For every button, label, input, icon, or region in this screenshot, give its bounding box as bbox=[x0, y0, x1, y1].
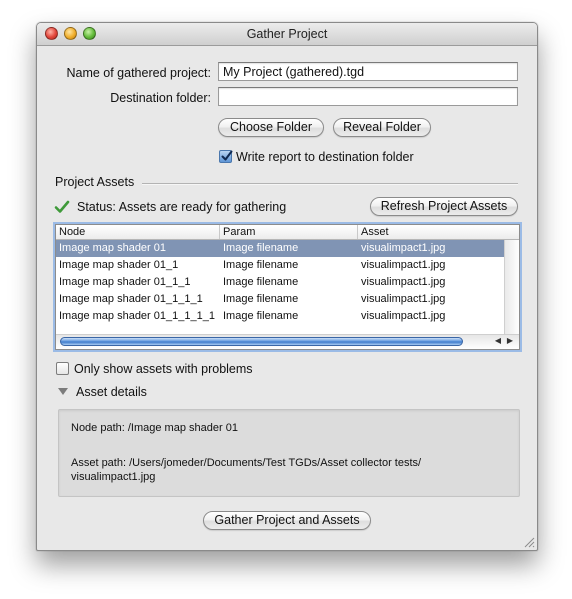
table-row[interactable]: Image map shader 01 Image filename visua… bbox=[56, 240, 506, 257]
horizontal-scroll-thumb[interactable] bbox=[60, 337, 463, 346]
table-header: Node Param Asset bbox=[56, 225, 519, 240]
cell-node: Image map shader 01_1_1_1 bbox=[59, 293, 203, 305]
asset-details-title: Asset details bbox=[76, 385, 147, 399]
assets-table[interactable]: Node Param Asset Image map shader 01 Ima… bbox=[55, 224, 520, 350]
cell-asset: visualimpact1.jpg bbox=[361, 259, 446, 271]
project-assets-title: Project Assets bbox=[55, 175, 135, 189]
cell-node: Image map shader 01 bbox=[59, 242, 167, 254]
window-title: Gather Project bbox=[246, 27, 328, 41]
cell-asset: visualimpact1.jpg bbox=[361, 276, 446, 288]
table-row[interactable]: Image map shader 01_1_1_1_1 Image filena… bbox=[56, 308, 506, 325]
resize-grip-icon[interactable] bbox=[523, 536, 535, 548]
gather-project-window: Gather Project Name of gathered project:… bbox=[36, 22, 538, 551]
disclosure-triangle-icon[interactable] bbox=[58, 388, 68, 396]
write-report-checkbox[interactable] bbox=[219, 150, 233, 163]
scroll-left-arrow-icon[interactable]: ◀ bbox=[495, 336, 501, 345]
cell-node: Image map shader 01_1_1_1_1 bbox=[59, 310, 215, 322]
cell-asset: visualimpact1.jpg bbox=[361, 242, 446, 254]
reveal-folder-button[interactable]: Reveal Folder bbox=[333, 118, 431, 137]
cell-node: Image map shader 01_1 bbox=[59, 259, 179, 271]
horizontal-scrollbar[interactable]: ◀ ▶ bbox=[56, 334, 519, 349]
checkmark-icon bbox=[221, 150, 233, 161]
write-report-label: Write report to destination folder bbox=[236, 150, 414, 164]
destination-folder-label: Destination folder: bbox=[110, 91, 211, 105]
table-row[interactable]: Image map shader 01_1_1 Image filename v… bbox=[56, 274, 506, 291]
column-header-param[interactable]: Param bbox=[220, 225, 358, 239]
cell-param: Image filename bbox=[223, 310, 299, 322]
cell-param: Image filename bbox=[223, 259, 299, 271]
table-row[interactable]: Image map shader 01_1 Image filename vis… bbox=[56, 257, 506, 274]
destination-folder-input[interactable] bbox=[218, 87, 518, 106]
cell-asset: visualimpact1.jpg bbox=[361, 310, 446, 322]
project-name-input[interactable] bbox=[218, 62, 518, 81]
column-header-node[interactable]: Node bbox=[56, 225, 220, 239]
refresh-project-assets-button[interactable]: Refresh Project Assets bbox=[370, 197, 518, 216]
gather-project-and-assets-button[interactable]: Gather Project and Assets bbox=[203, 511, 371, 530]
choose-folder-button[interactable]: Choose Folder bbox=[218, 118, 324, 137]
column-header-asset[interactable]: Asset bbox=[358, 225, 519, 239]
cell-param: Image filename bbox=[223, 242, 299, 254]
asset-path-text-continued: visualimpact1.jpg bbox=[71, 471, 156, 483]
cell-node: Image map shader 01_1_1 bbox=[59, 276, 191, 288]
project-name-label: Name of gathered project: bbox=[66, 66, 211, 80]
cell-param: Image filename bbox=[223, 293, 299, 305]
assets-status-text: Status: Assets are ready for gathering bbox=[77, 200, 287, 214]
table-row[interactable]: Image map shader 01_1_1_1 Image filename… bbox=[56, 291, 506, 308]
title-bar: Gather Project bbox=[37, 23, 537, 46]
status-check-icon bbox=[54, 200, 70, 213]
cell-asset: visualimpact1.jpg bbox=[361, 293, 446, 305]
node-path-text: Node path: /Image map shader 01 bbox=[71, 422, 238, 434]
asset-path-text: Asset path: /Users/jomeder/Documents/Tes… bbox=[71, 457, 422, 469]
scroll-right-arrow-icon[interactable]: ▶ bbox=[507, 336, 513, 345]
only-problems-checkbox[interactable] bbox=[56, 362, 69, 375]
asset-details-panel: Node path: /Image map shader 01 Asset pa… bbox=[58, 409, 520, 497]
project-assets-separator bbox=[142, 183, 518, 185]
vertical-scrollbar[interactable] bbox=[504, 240, 519, 334]
cell-param: Image filename bbox=[223, 276, 299, 288]
only-problems-label: Only show assets with problems bbox=[74, 362, 253, 376]
